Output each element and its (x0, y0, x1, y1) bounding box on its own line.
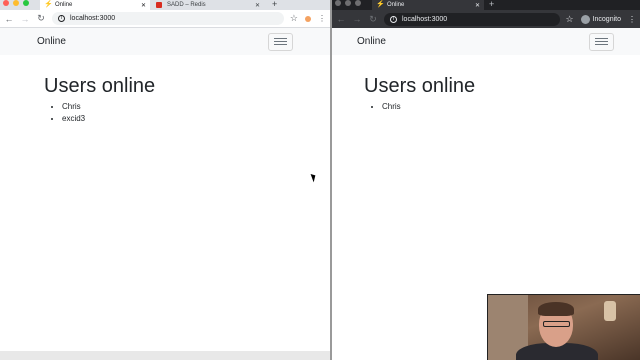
tab-strip: ⚡ Online ✕ + (332, 0, 640, 10)
address-bar[interactable]: i localhost:3000 (52, 12, 284, 25)
arrow-right-icon[interactable]: → (352, 14, 362, 24)
tab-strip: ⚡ Online ✕ SADD – Redis ✕ + (0, 0, 330, 10)
list-item: Chris (62, 101, 286, 113)
incognito-icon (580, 14, 590, 24)
kebab-menu-icon[interactable]: ⋮ (318, 14, 326, 23)
close-icon[interactable]: ✕ (141, 2, 146, 9)
tab-title: Online (387, 2, 405, 8)
hamburger-icon (274, 37, 287, 39)
tab-title: Online (55, 2, 73, 8)
incognito-label: Incognito (592, 15, 621, 23)
webcam-overlay (487, 294, 640, 360)
arrow-left-icon[interactable]: ← (336, 14, 346, 24)
new-tab-button[interactable]: + (272, 0, 277, 9)
toolbar-actions: ☆ Incognito ⋮ (566, 14, 636, 25)
address-text: localhost:3000 (70, 15, 116, 22)
arrow-right-icon[interactable]: → (20, 14, 30, 24)
tab-online[interactable]: ⚡ Online ✕ (40, 0, 150, 10)
window-bottom-edge (0, 351, 330, 360)
tab-sadd-redis[interactable]: SADD – Redis ✕ (152, 0, 264, 10)
users-list: Chris excid3 (44, 101, 286, 124)
navbar-brand[interactable]: Online (37, 36, 66, 47)
kebab-menu-icon[interactable]: ⋮ (628, 15, 636, 24)
incognito-indicator[interactable]: Incognito (580, 14, 621, 24)
arrow-left-icon[interactable]: ← (4, 14, 14, 24)
hamburger-icon (595, 37, 608, 39)
toolbar-actions: ☆ ⋮ (290, 13, 326, 24)
tab-title: SADD – Redis (167, 2, 206, 8)
app-navbar: Online (332, 28, 640, 55)
address-text: localhost:3000 (402, 15, 448, 23)
list-item: Chris (382, 101, 608, 113)
page-title: Users online (44, 75, 156, 97)
close-window-button[interactable] (335, 0, 341, 6)
reload-icon[interactable]: ↻ (36, 13, 46, 24)
address-bar[interactable]: i localhost:3000 (384, 12, 560, 26)
browser-toolbar: ← → ↻ i localhost:3000 ☆ Incognito ⋮ (332, 10, 640, 28)
tab-online[interactable]: ⚡ Online ✕ (372, 0, 484, 10)
close-icon[interactable]: ✕ (255, 2, 260, 9)
lightning-icon: ⚡ (376, 1, 385, 8)
navbar-brand[interactable]: Online (357, 36, 386, 47)
close-window-button[interactable] (3, 0, 9, 6)
window-controls (335, 0, 361, 6)
list-item: excid3 (62, 113, 286, 125)
browser-toolbar: ← → ↻ i localhost:3000 ☆ ⋮ (0, 10, 330, 28)
page-title: Users online (364, 75, 476, 97)
navbar-toggler[interactable] (589, 32, 614, 51)
new-tab-button[interactable]: + (489, 0, 494, 9)
minimize-window-button[interactable] (13, 0, 19, 6)
redis-icon (156, 2, 162, 8)
lightning-icon: ⚡ (44, 1, 53, 8)
navbar-toggler[interactable] (268, 32, 293, 51)
minimize-window-button[interactable] (345, 0, 351, 6)
app-navbar: Online (0, 28, 330, 55)
users-list: Chris (364, 101, 608, 113)
zoom-window-button[interactable] (23, 0, 29, 6)
window-controls (3, 0, 29, 6)
info-icon[interactable]: i (58, 15, 65, 22)
zoom-window-button[interactable] (355, 0, 361, 6)
reload-icon[interactable]: ↻ (368, 14, 378, 25)
info-icon[interactable]: i (390, 15, 397, 23)
extension-icon[interactable] (305, 15, 311, 22)
close-icon[interactable]: ✕ (475, 2, 480, 9)
browser-window-left: ⚡ Online ✕ SADD – Redis ✕ + ← → ↻ i loca… (0, 0, 330, 360)
main-content: Users online Chris excid3 (0, 55, 330, 360)
star-icon[interactable]: ☆ (290, 13, 298, 24)
star-icon[interactable]: ☆ (566, 14, 574, 25)
screen: ⚡ Online ✕ SADD – Redis ✕ + ← → ↻ i loca… (0, 0, 640, 360)
